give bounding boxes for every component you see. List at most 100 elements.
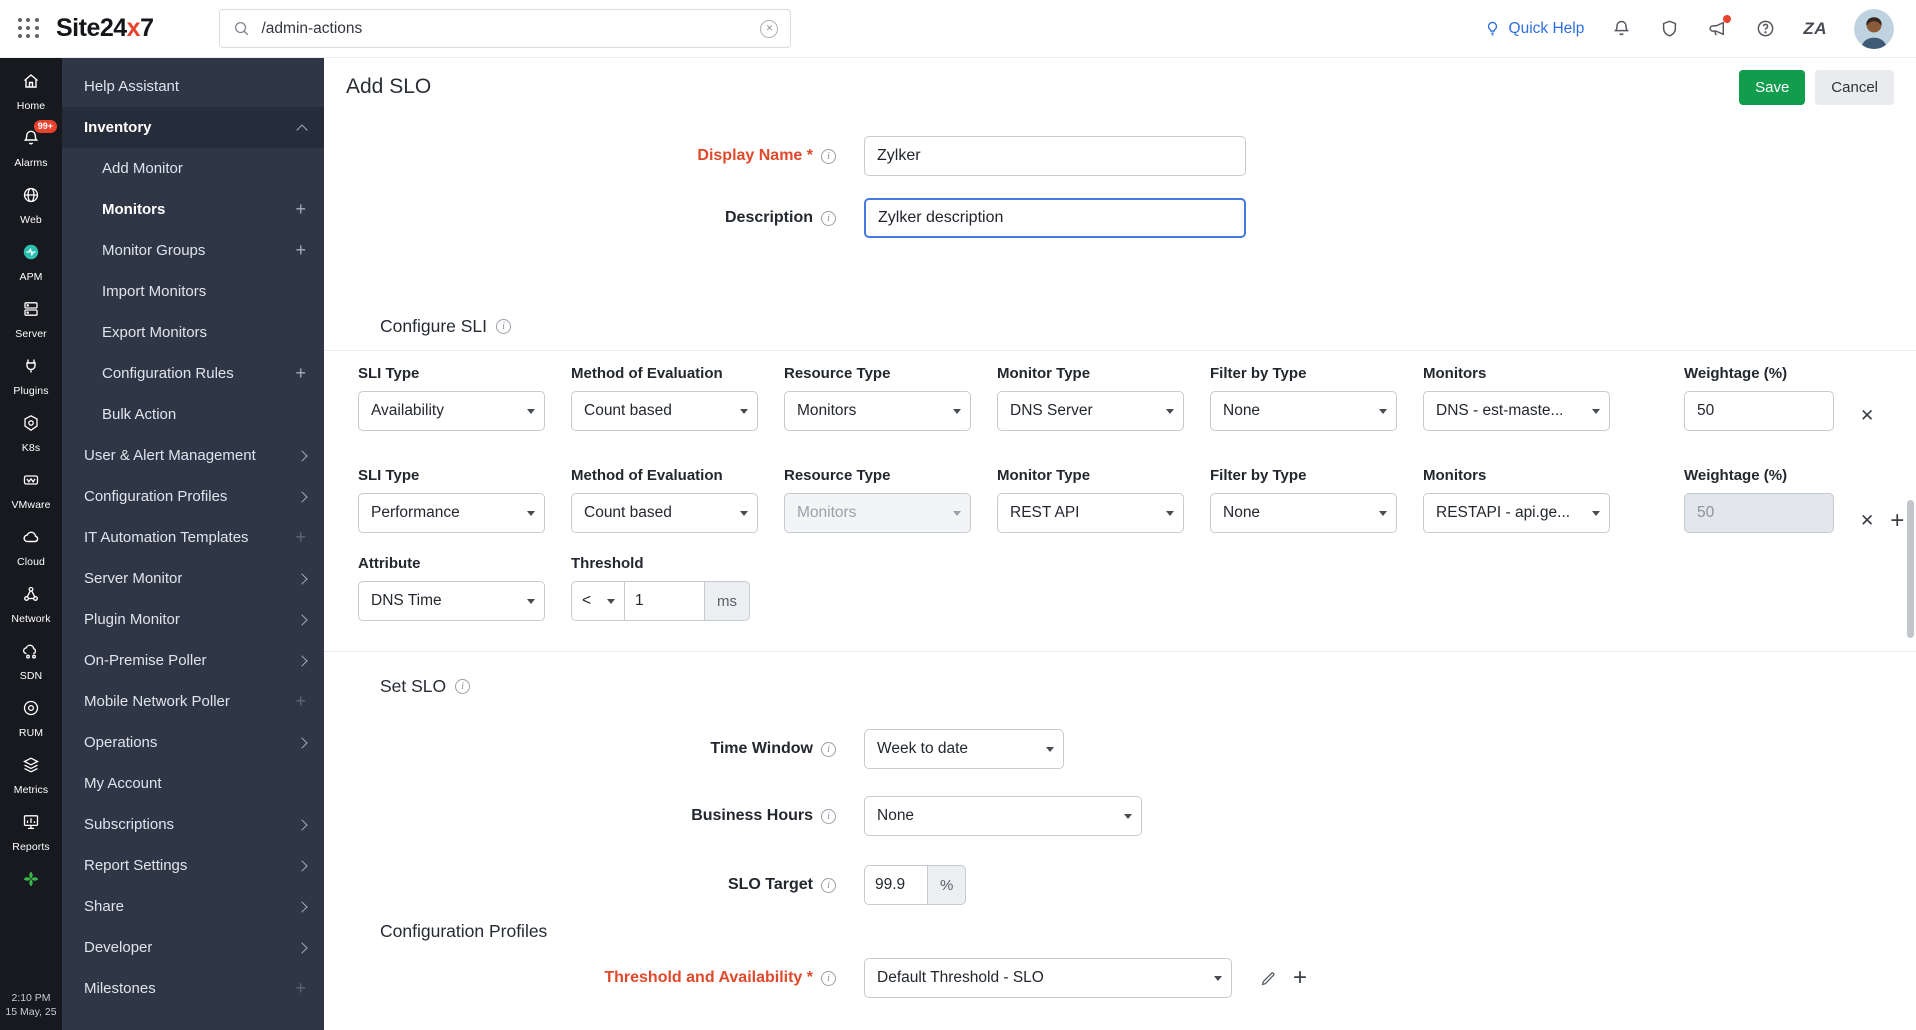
zia-logo-icon[interactable]: ZA: [1803, 19, 1827, 39]
rail-item-reports[interactable]: Reports: [0, 803, 62, 860]
monitors-select[interactable]: DNS - est-maste...: [1423, 391, 1610, 431]
sidebar-item-subscriptions[interactable]: Subscriptions: [62, 804, 324, 845]
plus-icon[interactable]: [287, 978, 306, 999]
display-name-input[interactable]: [864, 136, 1246, 176]
sidebar-item-milestones[interactable]: Milestones: [62, 968, 324, 1009]
rail-item-web[interactable]: Web: [0, 176, 62, 233]
info-icon[interactable]: [821, 808, 836, 824]
sidebar-item-developer[interactable]: Developer: [62, 927, 324, 968]
rail-item-metrics[interactable]: Metrics: [0, 746, 62, 803]
chevron-down-icon: [1592, 409, 1600, 414]
edit-pencil-icon[interactable]: [1260, 970, 1277, 987]
sidebar-item-my-account[interactable]: My Account: [62, 763, 324, 804]
rail-item-rum[interactable]: RUM: [0, 689, 62, 746]
chevron-down-icon: [953, 511, 961, 516]
add-sli-row-icon[interactable]: [1890, 509, 1904, 533]
sidebar-item-mobile-network-poller[interactable]: Mobile Network Poller: [62, 681, 324, 722]
sidebar-item-export-monitors[interactable]: Export Monitors: [62, 312, 324, 353]
rail-item-apm[interactable]: APM: [0, 233, 62, 290]
sli-type-select[interactable]: Performance: [358, 493, 545, 533]
method-of-evaluation-select[interactable]: Count based: [571, 493, 758, 533]
plus-icon[interactable]: [287, 527, 306, 548]
rail-item-alarms[interactable]: 99+ Alarms: [0, 119, 62, 176]
vmware-icon: [21, 470, 41, 495]
rail-item-status[interactable]: [0, 860, 62, 901]
resource-type-select[interactable]: Monitors: [784, 391, 971, 431]
sidebar-item-configuration-profiles[interactable]: Configuration Profiles: [62, 476, 324, 517]
apps-grid-icon[interactable]: [18, 17, 40, 40]
search-icon: [232, 19, 251, 38]
cancel-button[interactable]: Cancel: [1815, 69, 1894, 105]
save-button[interactable]: Save: [1739, 69, 1806, 105]
slo-target-input[interactable]: [864, 865, 928, 905]
monitors-select[interactable]: RESTAPI - api.ge...: [1423, 493, 1610, 533]
notifications-bell-icon[interactable]: [1611, 18, 1632, 39]
sidebar-item-bulk-action[interactable]: Bulk Action: [62, 394, 324, 435]
chevron-down-icon: [1379, 511, 1387, 516]
info-icon[interactable]: [455, 679, 471, 694]
sidebar-item-plugin-monitor[interactable]: Plugin Monitor: [62, 599, 324, 640]
threshold-availability-select[interactable]: Default Threshold - SLO: [864, 958, 1232, 998]
rail-item-vmware[interactable]: VMware: [0, 461, 62, 518]
announcements-megaphone-icon[interactable]: [1707, 15, 1732, 39]
description-input[interactable]: [864, 198, 1246, 238]
remove-sli-row-icon[interactable]: [1860, 407, 1874, 425]
search-input[interactable]: [261, 19, 751, 38]
rail-item-plugins[interactable]: Plugins: [0, 347, 62, 404]
plus-icon[interactable]: [287, 199, 306, 220]
sidebar-item-share[interactable]: Share: [62, 886, 324, 927]
sidebar-item-report-settings[interactable]: Report Settings: [62, 845, 324, 886]
sidebar-item-operations[interactable]: Operations: [62, 722, 324, 763]
avatar[interactable]: [1854, 8, 1894, 49]
threshold-value-input[interactable]: [625, 581, 705, 621]
monitor-type-select[interactable]: DNS Server: [997, 391, 1184, 431]
global-search[interactable]: [219, 9, 792, 48]
chevron-up-icon: [290, 122, 308, 136]
chevron-down-icon: [527, 511, 535, 516]
sidebar-item-help-assistant[interactable]: Help Assistant: [62, 66, 324, 107]
rail-item-k8s[interactable]: K8s: [0, 404, 62, 461]
sidebar-item-monitors[interactable]: Monitors: [62, 189, 324, 230]
plus-icon[interactable]: [287, 363, 306, 384]
site24x7-logo[interactable]: Site 24 x 7: [56, 14, 154, 43]
rail-item-cloud[interactable]: Cloud: [0, 518, 62, 575]
add-profile-icon[interactable]: [1293, 966, 1307, 990]
info-icon[interactable]: [821, 970, 836, 986]
sidebar-item-user-alert-management[interactable]: User & Alert Management: [62, 435, 324, 476]
method-of-evaluation-select[interactable]: Count based: [571, 391, 758, 431]
clear-search-icon[interactable]: [760, 19, 779, 38]
sidebar-item-configuration-rules[interactable]: Configuration Rules: [62, 353, 324, 394]
weightage-input[interactable]: [1684, 391, 1834, 431]
remove-sli-row-icon[interactable]: [1860, 512, 1874, 530]
sidebar-item-it-automation-templates[interactable]: IT Automation Templates: [62, 517, 324, 558]
plus-icon[interactable]: [287, 240, 306, 261]
attribute-select[interactable]: DNS Time: [358, 581, 545, 621]
monitor-type-select[interactable]: REST API: [997, 493, 1184, 533]
info-icon[interactable]: [821, 210, 836, 226]
info-icon[interactable]: [821, 877, 836, 893]
sidebar-item-server-monitor[interactable]: Server Monitor: [62, 558, 324, 599]
quick-help-button[interactable]: Quick Help: [1483, 19, 1584, 38]
info-icon[interactable]: [496, 319, 512, 334]
help-icon[interactable]: [1755, 18, 1776, 39]
threshold-operator-select[interactable]: <: [571, 581, 625, 621]
plus-icon[interactable]: [287, 691, 306, 712]
time-window-select[interactable]: Week to date: [864, 729, 1064, 769]
rail-item-server[interactable]: Server: [0, 290, 62, 347]
info-icon[interactable]: [821, 148, 836, 164]
info-icon[interactable]: [821, 741, 836, 757]
sidebar-item-add-monitor[interactable]: Add Monitor: [62, 148, 324, 189]
business-hours-select[interactable]: None: [864, 796, 1142, 836]
scrollbar[interactable]: [1907, 500, 1914, 638]
rail-item-network[interactable]: Network: [0, 575, 62, 632]
sidebar-item-monitor-groups[interactable]: Monitor Groups: [62, 230, 324, 271]
rail-item-sdn[interactable]: SDN: [0, 632, 62, 689]
sidebar-item-inventory[interactable]: Inventory: [62, 107, 324, 148]
filter-by-type-select[interactable]: None: [1210, 391, 1397, 431]
rail-item-home[interactable]: Home: [0, 62, 62, 119]
sli-type-select[interactable]: Availability: [358, 391, 545, 431]
filter-by-type-select[interactable]: None: [1210, 493, 1397, 533]
sidebar-item-import-monitors[interactable]: Import Monitors: [62, 271, 324, 312]
sidebar-item-on-premise-poller[interactable]: On-Premise Poller: [62, 640, 324, 681]
shield-icon[interactable]: [1659, 18, 1680, 39]
